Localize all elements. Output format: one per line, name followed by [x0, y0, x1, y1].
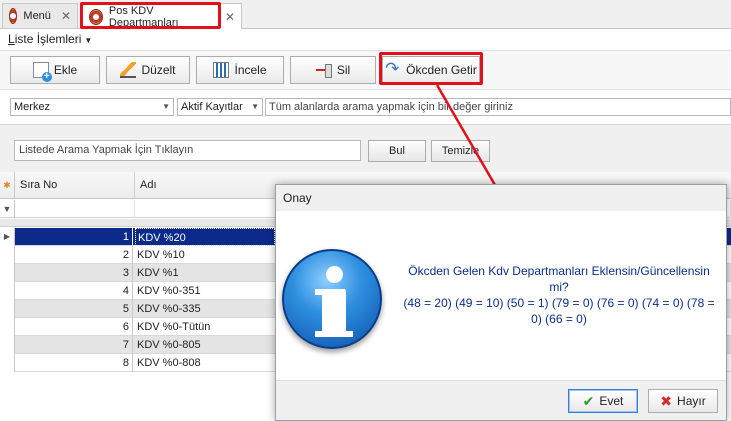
- clear-button[interactable]: Temizle: [431, 140, 490, 162]
- info-icon: [282, 249, 382, 349]
- view-button-label: İncele: [234, 63, 267, 77]
- no-button[interactable]: ✖ Hayır: [648, 389, 718, 413]
- cell-no[interactable]: 4: [16, 282, 133, 300]
- cell-name[interactable]: KDV %0-335: [135, 300, 201, 318]
- cell-no[interactable]: 3: [16, 264, 133, 282]
- row-indicator[interactable]: [0, 264, 15, 282]
- cell-name[interactable]: KDV %10: [135, 246, 185, 264]
- menu-list-operations-label: iste İşlemleri: [14, 32, 82, 46]
- delete-button[interactable]: Sil: [290, 56, 376, 84]
- row-indicator[interactable]: [0, 246, 15, 264]
- delete-icon: [315, 62, 332, 78]
- view-list-icon: [213, 62, 230, 78]
- row-indicator-icon[interactable]: ▶: [0, 228, 15, 246]
- dialog-title: Onay: [276, 185, 726, 211]
- search-all-fields-input[interactable]: Tüm alanlarda arama yapmak için bir değe…: [265, 98, 731, 116]
- close-icon[interactable]: ✕: [225, 10, 235, 24]
- tab-menu-label: Menü: [23, 10, 51, 22]
- search-panel: Listede Arama Yapmak İçin Tıklayın Bul T…: [0, 124, 731, 172]
- cell-name[interactable]: KDV %1: [135, 264, 179, 282]
- dialog-button-bar: ✔ Evet ✖ Hayır: [276, 380, 726, 420]
- yes-button-label: Evet: [599, 394, 624, 408]
- cell-name[interactable]: KDV %0-Tütün: [135, 318, 210, 336]
- add-document-icon: [32, 62, 52, 82]
- list-search-input[interactable]: Listede Arama Yapmak İçin Tıklayın: [14, 140, 361, 161]
- tab-menu[interactable]: Menü ✕: [2, 3, 78, 28]
- column-header-no[interactable]: Sıra No: [15, 172, 135, 199]
- menu-list-operations-mnemonic: L: [8, 32, 15, 46]
- cell-no[interactable]: 2: [16, 246, 133, 264]
- row-indicator[interactable]: [0, 300, 15, 318]
- cell-no[interactable]: 1: [16, 228, 133, 246]
- close-icon: ✖: [660, 392, 673, 409]
- close-icon[interactable]: ✕: [61, 9, 71, 23]
- dialog-message: Ökcden Gelen Kdv Departmanları Eklensin/…: [398, 263, 720, 327]
- tab-highlight-box: [80, 2, 221, 29]
- fetch-button-highlight-box: [379, 52, 483, 85]
- caret-down-icon: ▼: [84, 36, 93, 45]
- branch-select[interactable]: Merkez ▼: [10, 98, 174, 116]
- row-indicator[interactable]: [0, 336, 15, 354]
- record-filter-select[interactable]: Aktif Kayıtlar ▼: [177, 98, 263, 116]
- add-button[interactable]: Ekle: [10, 56, 100, 84]
- edit-button[interactable]: Düzelt: [106, 56, 190, 84]
- add-button-label: Ekle: [53, 63, 78, 77]
- grid-options-star-icon[interactable]: ✱: [0, 172, 15, 199]
- cell-name[interactable]: KDV %0-351: [135, 282, 201, 300]
- confirm-dialog: Onay Ökcden Gelen Kdv Departmanları Ekle…: [275, 184, 727, 421]
- no-button-label: Hayır: [677, 394, 706, 408]
- cell-name[interactable]: KDV %20: [135, 228, 275, 246]
- cell-no[interactable]: 7: [16, 336, 133, 354]
- cell-name[interactable]: KDV %0-808: [135, 354, 201, 372]
- edit-button-label: Düzelt: [141, 63, 176, 77]
- toolbar: Ekle Düzelt İncele Sil Ökcden Getir: [0, 50, 731, 90]
- row-indicator[interactable]: [0, 282, 15, 300]
- cell-no[interactable]: 5: [16, 300, 133, 318]
- record-filter-value: Aktif Kayıtlar: [181, 101, 243, 113]
- menu-list-operations[interactable]: Liste İşlemleri ▼: [8, 32, 92, 46]
- delete-button-label: Sil: [336, 63, 351, 77]
- yes-button[interactable]: ✔ Evet: [568, 389, 638, 413]
- pencil-icon: [120, 62, 137, 78]
- dialog-message-values: (48 = 20) (49 = 10) (50 = 1) (79 = 0) (7…: [403, 296, 715, 326]
- chevron-down-icon[interactable]: ▼: [251, 102, 259, 111]
- filter-funnel-icon: ▼: [0, 200, 15, 218]
- branch-select-value: Merkez: [14, 101, 51, 113]
- checkmark-icon: ✔: [582, 392, 595, 409]
- cell-no[interactable]: 8: [16, 354, 133, 372]
- find-button[interactable]: Bul: [368, 140, 426, 162]
- row-indicator[interactable]: [0, 318, 15, 336]
- chevron-down-icon[interactable]: ▼: [162, 102, 170, 111]
- filter-row: Merkez ▼ Aktif Kayıtlar ▼ Tüm alanlarda …: [0, 95, 731, 119]
- dialog-message-question: Ökcden Gelen Kdv Departmanları Eklensin/…: [408, 264, 710, 294]
- app-logo-icon: [9, 8, 18, 24]
- cell-name[interactable]: KDV %0-805: [135, 336, 201, 354]
- cell-no[interactable]: 6: [16, 318, 133, 336]
- view-button[interactable]: İncele: [196, 56, 284, 84]
- menu-bar: Liste İşlemleri ▼: [0, 29, 731, 49]
- row-indicator[interactable]: [0, 354, 15, 372]
- filter-cell-no[interactable]: [15, 200, 135, 218]
